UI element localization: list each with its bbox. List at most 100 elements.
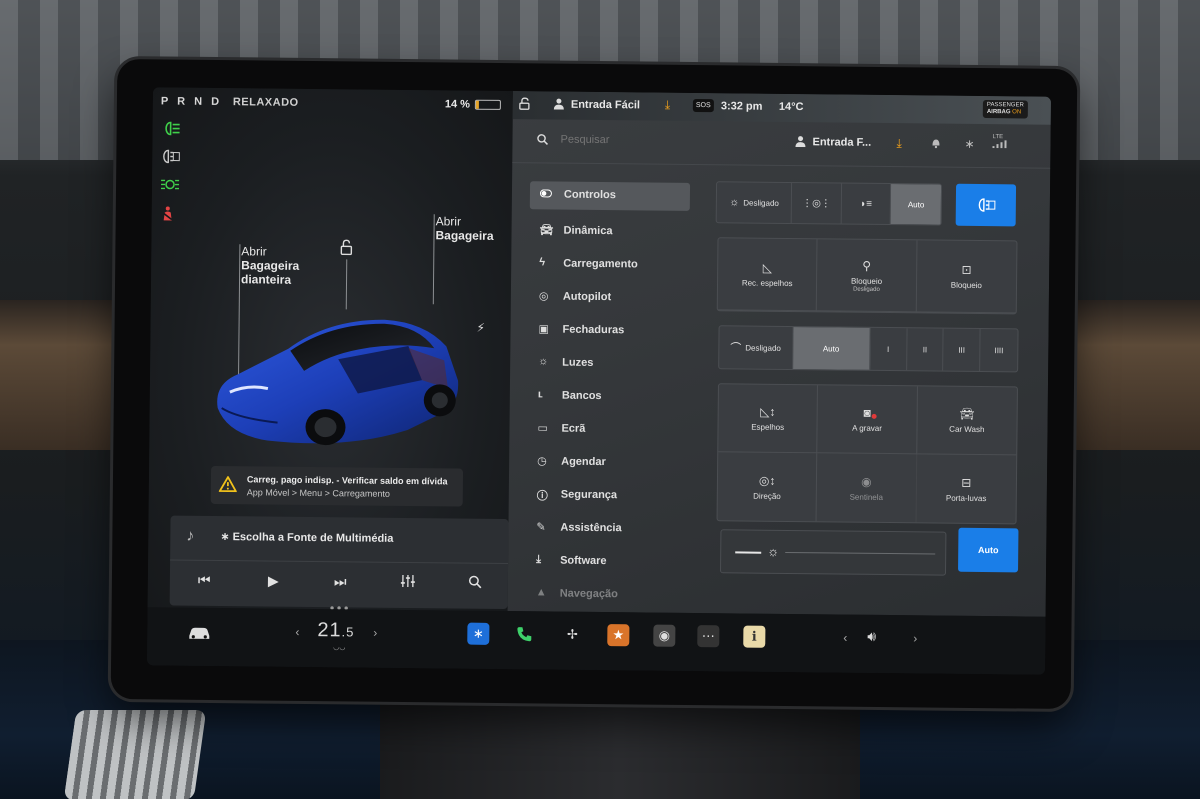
search-input[interactable] [560, 133, 681, 147]
headlight-control: ☼ Desligado ⋮◎⋮ ◗≡ Auto [715, 181, 943, 226]
parking-lights-icon: ⋮◎⋮ [802, 197, 831, 209]
bluetooth-status-icon[interactable]: ∗ [964, 137, 974, 151]
media-source-text: Escolha a Fonte de Multimédia [232, 531, 394, 545]
shield-icon: ⓘ [536, 490, 548, 503]
steering-adjust-tile[interactable]: ◎↕ Direção [717, 452, 818, 522]
wiper-auto-button[interactable]: Auto [792, 327, 871, 370]
pedal [63, 710, 207, 799]
cabin-temp-value: 21 [317, 619, 342, 642]
brightness-slider[interactable]: ☼ [719, 529, 947, 576]
fold-mirrors-label: Rec. espelhos [741, 278, 793, 289]
settings-panel: Entrada Fácil ⤓ SOS 3:32 pm 14°C PASSENG… [507, 91, 1052, 617]
nav-item-assistencia[interactable]: ✎ Assistência [526, 511, 686, 546]
toybox-icon[interactable]: ★ [607, 624, 630, 647]
nav-item-fechaduras[interactable]: ▣ Fechaduras [528, 313, 688, 348]
nav-label: Fechaduras [562, 323, 625, 337]
nav-item-controlos[interactable]: Controlos [529, 181, 691, 211]
battery-icon [474, 99, 501, 110]
nav-item-navegacao[interactable]: ▲ Navegação [526, 577, 686, 612]
speaker-icon[interactable]: 🔊︎ [867, 628, 876, 645]
equalizer-icon[interactable] [400, 574, 416, 591]
sos-badge[interactable]: SOS [692, 98, 714, 113]
wiper-speed-3[interactable]: III [943, 328, 981, 371]
software-download-icon[interactable]: ⤓ [896, 136, 901, 151]
download-icon[interactable]: ⤓ [665, 98, 670, 113]
headlight-auto-button[interactable]: Auto [891, 184, 942, 225]
nav-item-dinamica[interactable]: 🚘︎ Dinâmica [529, 214, 689, 249]
profile-icon[interactable] [794, 135, 806, 150]
nav-item-carregamento[interactable]: ϟ Carregamento [529, 247, 689, 282]
trunk-callout[interactable]: Abrir Bagageira [435, 214, 493, 243]
low-beam-button[interactable]: ◗≡ [841, 183, 892, 225]
wiper-speed-4[interactable]: IIII [980, 329, 1017, 371]
nav-item-seguranca[interactable]: ⓘ Segurança [527, 478, 687, 513]
nav-item-agendar[interactable]: ◷ Agendar [527, 445, 687, 480]
nav-item-autopilot[interactable]: ◎ Autopilot [529, 280, 689, 315]
glovebox-icon: ⊟ [961, 475, 972, 490]
media-bt-glyph: ∗ [220, 531, 230, 544]
seat-heater-icon[interactable]: ◡◡ [333, 643, 345, 651]
temp-down-icon[interactable]: ‹ [295, 625, 299, 639]
sun-icon: ☼ [729, 196, 740, 209]
bell-icon[interactable] [930, 136, 941, 151]
mirrors-adjust-tile[interactable]: ◺↕ Espelhos [718, 384, 819, 454]
media-source-label[interactable]: ∗ Escolha a Fonte de Multimédia [220, 530, 393, 545]
temp-up-icon[interactable]: › [373, 626, 377, 640]
dashcam-tile[interactable]: ◙ A gravar [817, 385, 918, 455]
steering-wheel-icon: ◎ [538, 290, 549, 303]
auto-high-beam-button[interactable] [955, 183, 1017, 227]
drive-mode: RELAXADO [232, 96, 299, 109]
media-search-icon[interactable] [468, 575, 482, 592]
play-icon[interactable]: ▶ [268, 573, 279, 590]
nav-item-software[interactable]: ⤓ Software [526, 544, 686, 579]
low-beam-icon: ◗≡ [860, 198, 873, 210]
volume-down-icon[interactable]: ‹ [843, 631, 847, 645]
wiper-speed-2[interactable]: II [906, 328, 945, 371]
bolt-icon: ϟ [539, 256, 546, 269]
profile-name[interactable]: Entrada F... [812, 136, 871, 149]
volume-up-icon[interactable]: › [913, 631, 917, 645]
car-icon[interactable] [187, 626, 211, 645]
phone-icon[interactable] [513, 623, 535, 645]
previous-icon[interactable]: ⏮ [198, 572, 211, 589]
cabin-temp-decimal: .5 [341, 624, 355, 640]
charge-port-icon[interactable]: ⚡ [476, 321, 485, 335]
wiper-off-button[interactable]: ⌒ Desligado [719, 326, 794, 370]
nav-item-bancos[interactable]: ʟ Bancos [528, 379, 688, 414]
nav-item-ecra[interactable]: ▭ Ecrã [527, 412, 687, 447]
frunk-callout-line2: Bagageira [241, 258, 300, 273]
camera-icon[interactable]: ◉ [653, 624, 676, 647]
fold-mirrors-tile[interactable]: ◺ Rec. espelhos [717, 238, 818, 312]
glovebox-tile[interactable]: ⊟ Porta-luvas [916, 454, 1016, 523]
fan-icon[interactable]: ✢ [561, 624, 583, 646]
headlight-off-button[interactable]: ☼ Desligado [716, 182, 793, 224]
driver-profile[interactable]: Entrada Fácil [571, 99, 640, 112]
music-note-icon[interactable]: ♪ [186, 528, 194, 546]
window-lock-tile[interactable]: ⊡ Bloqueio [916, 240, 1017, 314]
next-icon[interactable]: ⏭ [334, 573, 347, 590]
media-divider [170, 559, 509, 565]
trunk-callout-line1: Abrir [435, 214, 462, 229]
nav-item-luzes[interactable]: ☼ Luzes [528, 346, 688, 381]
sentry-tile[interactable]: ◉ Sentinela [816, 453, 917, 523]
seat-icon: ʟ [537, 388, 543, 401]
wiper-speed-1[interactable]: I [870, 327, 908, 371]
outside-temperature: 14°C [778, 100, 804, 114]
clock-icon: ◷ [537, 455, 547, 468]
cabin-temperature[interactable]: 21.5 [317, 619, 354, 642]
airbag-line2: AIRBAG [986, 109, 1011, 116]
frunk-callout[interactable]: Abrir Bagageira dianteira [241, 244, 299, 287]
unlock-icon[interactable] [339, 239, 353, 258]
charging-warning[interactable]: Carreg. pago indisp. - Verificar saldo e… [210, 465, 464, 507]
search-icon[interactable] [536, 133, 549, 148]
more-icon[interactable]: ⋯ [697, 625, 720, 648]
sun-icon: ☼ [538, 355, 549, 368]
dashboard-wood-right [1060, 300, 1200, 450]
notepad-icon[interactable]: ℹ [743, 625, 766, 648]
parking-lights-button[interactable]: ⋮◎⋮ [791, 183, 842, 224]
bluetooth-icon[interactable]: ∗ [467, 622, 490, 645]
child-lock-tile[interactable]: ⚲ Bloqueio Desligado [817, 239, 918, 313]
lock-status-icon[interactable] [519, 97, 531, 113]
carwash-tile[interactable]: 🚘︎ Car Wash [916, 386, 1017, 456]
brightness-auto-button[interactable]: Auto [958, 527, 1019, 573]
